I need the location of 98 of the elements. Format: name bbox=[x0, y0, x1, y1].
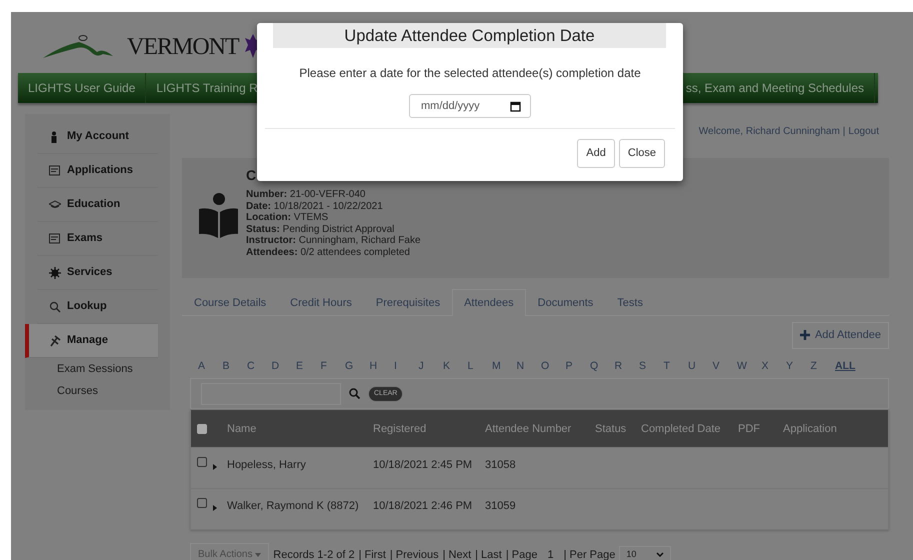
separator-text: | bbox=[842, 125, 846, 139]
tab[interactable]: Course Details bbox=[182, 289, 278, 315]
course-title: C bbox=[246, 167, 258, 183]
letter-filter-link[interactable]: D bbox=[272, 358, 296, 374]
letter-filter-link[interactable]: Z bbox=[810, 358, 835, 374]
letter-filter-link[interactable]: M bbox=[492, 358, 516, 374]
letter-filter-link[interactable]: S bbox=[639, 358, 664, 374]
column-header: Status bbox=[595, 422, 626, 434]
letter-filter-link[interactable]: T bbox=[664, 358, 688, 374]
asterisk-icon bbox=[49, 266, 61, 278]
letter-filter-link[interactable]: A bbox=[198, 358, 222, 374]
detail-line: Location: VTEMS bbox=[246, 212, 330, 224]
letter-filter-link[interactable]: J bbox=[418, 358, 443, 374]
column-header: Completed Date bbox=[641, 422, 720, 434]
letter-filter-link[interactable]: U bbox=[688, 358, 712, 374]
detail-line: Instructor: Cunningham, Richard Fake bbox=[246, 235, 421, 246]
expand-caret-icon bbox=[213, 504, 217, 511]
dialog-button[interactable]: Add bbox=[577, 139, 615, 168]
plus-icon bbox=[800, 330, 810, 340]
column-header: Name bbox=[227, 422, 256, 434]
letter-filter-link[interactable]: L bbox=[468, 358, 492, 374]
records-text: Records 1-2 of 2 bbox=[273, 548, 355, 560]
pager-link[interactable]: | Next bbox=[442, 546, 472, 560]
date-field[interactable]: mm/dd/yyyy bbox=[409, 94, 531, 118]
letter-filter-link[interactable]: P bbox=[566, 358, 590, 374]
letter-filter-link[interactable]: ALL bbox=[835, 358, 860, 374]
welcome-text: Welcome, Richard Cunningham bbox=[698, 125, 840, 139]
letter-filter-link[interactable]: C bbox=[247, 358, 272, 374]
letter-filter-link[interactable]: Q bbox=[590, 358, 614, 374]
letter-filter-link[interactable]: V bbox=[712, 358, 737, 374]
sidebar-item[interactable]: Education bbox=[37, 188, 158, 222]
row-checkbox[interactable] bbox=[197, 457, 207, 468]
letter-filter-link[interactable]: E bbox=[296, 358, 320, 374]
letter-filter-link[interactable]: K bbox=[443, 358, 468, 374]
expand-caret-icon bbox=[213, 464, 217, 470]
detail-line: Status: Pending District Approval bbox=[246, 224, 396, 235]
letter-filter-link[interactable]: Y bbox=[786, 358, 810, 374]
select-all-checkbox[interactable] bbox=[197, 424, 207, 434]
caret-icon bbox=[255, 552, 262, 557]
sidebar-item[interactable]: Exams bbox=[37, 222, 158, 256]
tab[interactable]: Attendees bbox=[452, 289, 526, 316]
per-page-select[interactable]: 10 bbox=[619, 546, 672, 560]
column-header: Attendee Number bbox=[485, 422, 572, 434]
sidebar-item[interactable]: Services bbox=[37, 256, 158, 290]
column-header: Registered bbox=[373, 422, 426, 434]
detail-line: Number: 21-00-VEFR-040 bbox=[246, 189, 366, 200]
dialog-message: Please enter a date for the selected attendee(s) completion date bbox=[298, 65, 642, 82]
sidebar-item[interactable]: My Account bbox=[37, 120, 158, 154]
page-label: | Page bbox=[506, 548, 538, 560]
reading-book-icon bbox=[198, 192, 238, 238]
add-attendee-button[interactable]: Add Attendee bbox=[792, 322, 889, 348]
letter-filter-link[interactable]: H bbox=[370, 358, 394, 374]
letter-filter-link[interactable]: I bbox=[394, 358, 418, 374]
pager-link[interactable]: | First bbox=[358, 546, 386, 560]
chevron-down-icon bbox=[656, 552, 664, 558]
letter-filter-link[interactable]: O bbox=[541, 358, 566, 374]
logo-text: VERMONT bbox=[127, 33, 239, 62]
tab[interactable]: Credit Hours bbox=[278, 289, 364, 315]
document-icon bbox=[49, 164, 61, 176]
nav-link[interactable]: LIGHTS User Guide bbox=[18, 73, 146, 103]
document-icon bbox=[49, 232, 61, 244]
table-cell: Hopeless, Harry bbox=[227, 459, 306, 472]
table-cell: 31059 bbox=[485, 500, 516, 512]
page-number-field[interactable]: 1 bbox=[541, 546, 560, 560]
table-cell: 10/18/2021 2:46 PM bbox=[373, 500, 472, 512]
tools-icon bbox=[49, 334, 61, 346]
dialog-title: Update Attendee Completion Date bbox=[273, 23, 666, 48]
dialog-button[interactable]: Close bbox=[618, 139, 665, 168]
letter-filter-link[interactable]: R bbox=[614, 358, 639, 374]
table-cell: 31058 bbox=[485, 459, 516, 472]
letter-filter-link[interactable]: F bbox=[320, 358, 345, 374]
per-page-label: | Per Page bbox=[564, 548, 616, 560]
tab[interactable]: Prerequisites bbox=[364, 289, 452, 315]
sidebar-item[interactable]: Manage bbox=[25, 324, 158, 358]
sidebar-item[interactable]: Applications bbox=[37, 154, 158, 188]
row-checkbox[interactable] bbox=[197, 498, 207, 508]
sidebar-subitem[interactable]: Courses bbox=[37, 380, 158, 402]
sidebar-subitem[interactable]: Exam Sessions bbox=[37, 358, 158, 380]
letter-filter-link[interactable]: X bbox=[762, 358, 786, 374]
table-cell: Walker, Raymond K (8872) bbox=[227, 500, 359, 512]
letter-filter-link[interactable]: N bbox=[516, 358, 541, 374]
detail-line: Date: 10/18/2021 - 10/22/2021 bbox=[246, 200, 384, 212]
letter-filter-link[interactable]: W bbox=[737, 358, 762, 374]
search-icon bbox=[49, 300, 61, 312]
search-icon bbox=[349, 388, 360, 400]
tab[interactable]: Tests bbox=[605, 289, 655, 315]
graduation-cap-icon bbox=[49, 198, 61, 210]
letter-filter-link[interactable]: G bbox=[345, 358, 370, 374]
pager-link[interactable]: | Previous bbox=[390, 546, 439, 560]
calendar-icon bbox=[510, 100, 521, 112]
tab[interactable]: Documents bbox=[526, 289, 606, 315]
column-header: PDF bbox=[738, 422, 760, 434]
pager-link[interactable]: | Last bbox=[475, 546, 502, 560]
letter-filter-link[interactable]: B bbox=[222, 358, 247, 374]
detail-line: Attendees: 0/2 attendees completed bbox=[246, 246, 411, 258]
table-cell: 10/18/2021 2:45 PM bbox=[373, 459, 472, 472]
logout-link[interactable]: Logout bbox=[848, 124, 879, 139]
column-header: Application bbox=[783, 422, 837, 434]
